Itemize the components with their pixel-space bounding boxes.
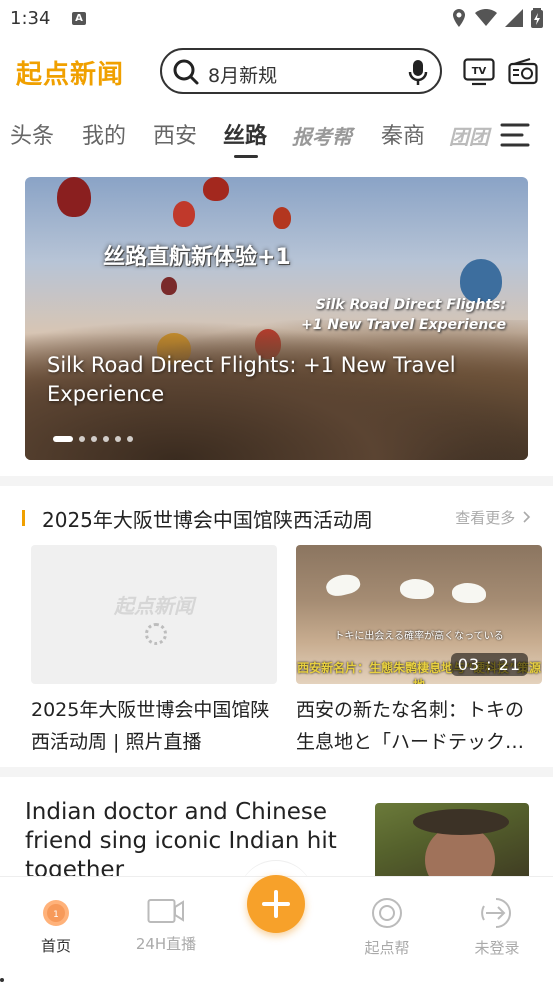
banner-overlay-subtitle: Silk Road Direct Flights: +1 New Travel … <box>301 295 506 335</box>
carousel-dot <box>79 436 85 442</box>
card-video-thumbnail: トキに出会える確率が高くなっている 西安新名片：生態朱鹮棲息地与“硬科技”策源地… <box>296 545 542 684</box>
tab-silk-road[interactable]: 丝路 <box>223 118 267 150</box>
carousel-dot <box>127 436 133 442</box>
tab-mine[interactable]: 我的 <box>82 118 126 150</box>
signal-icon <box>505 9 523 27</box>
carousel-dot <box>91 436 97 442</box>
channel-tabs: 头条 我的 西安 丝路 报考帮 秦商 团团 <box>0 112 553 160</box>
nav-qidianbang[interactable]: 起点帮 <box>347 897 427 958</box>
location-icon <box>453 9 465 27</box>
search-bar[interactable]: 8月新规 <box>160 48 442 94</box>
menu-icon[interactable] <box>500 122 530 148</box>
topic-card[interactable]: 起点新闻 2025年大阪世博会中国馆陕西活动周 | 照片直播 <box>31 545 277 758</box>
tab-baokaobang[interactable]: 报考帮 <box>292 121 352 150</box>
video-duration: 03 : 21 <box>450 653 528 676</box>
battery-icon <box>531 8 543 28</box>
see-more-label: 查看更多 <box>455 509 516 527</box>
nav-live-label: 24H直播 <box>135 935 197 953</box>
plus-icon <box>262 890 290 918</box>
tab-qinshang[interactable]: 秦商 <box>381 118 425 150</box>
see-more-link[interactable]: 查看更多 <box>455 507 531 528</box>
balloon-image <box>161 277 177 295</box>
banner-carousel[interactable]: 丝路直航新体验+1 Silk Road Direct Flights: +1 N… <box>25 177 528 460</box>
microphone-icon[interactable] <box>408 59 428 87</box>
balloon-image <box>173 201 195 227</box>
carousel-dot <box>115 436 121 442</box>
section-divider <box>0 476 553 486</box>
placeholder-watermark: 起点新闻 <box>114 594 194 618</box>
wifi-icon <box>475 9 497 26</box>
status-bar: 1:34 A <box>0 0 553 36</box>
status-time: 1:34 <box>10 8 51 29</box>
tab-tuantuan[interactable]: 团团 <box>449 121 489 150</box>
card-title: 西安の新たな名刺：トキの生息地と「ハードテック… <box>296 699 525 753</box>
notification-a-icon: A <box>72 12 86 25</box>
nav-home-label: 首页 <box>40 937 71 955</box>
create-post-button[interactable] <box>247 875 305 933</box>
news-item-thumbnail[interactable] <box>375 803 529 883</box>
app-header: 起点新闻 8月新规 TV <box>0 44 553 100</box>
target-icon <box>372 898 402 928</box>
section-accent-bar <box>22 510 25 526</box>
crested-ibis-image <box>452 583 486 603</box>
svg-text:1: 1 <box>53 910 59 920</box>
video-subtitle-jp: トキに出会える確率が高くなっている <box>334 631 504 642</box>
login-icon <box>481 898 511 928</box>
nav-qidianbang-label: 起点帮 <box>364 939 410 957</box>
chevron-right-icon <box>523 511 531 523</box>
carousel-dot <box>103 436 109 442</box>
nav-home[interactable]: 1 首页 <box>16 897 96 956</box>
crested-ibis-image <box>400 579 434 599</box>
loading-spinner-icon <box>145 623 167 645</box>
banner-caption[interactable]: Silk Road Direct Flights: +1 New Travel … <box>47 351 507 409</box>
radio-icon[interactable] <box>508 58 538 86</box>
nav-login[interactable]: 未登录 <box>457 897 537 958</box>
banner-overlay-title: 丝路直航新体验+1 <box>103 245 291 270</box>
carousel-dot-active <box>53 436 73 442</box>
carousel-indicator <box>53 436 133 442</box>
hat-image <box>413 809 509 835</box>
video-camera-icon <box>147 899 184 923</box>
corner-marker <box>0 978 4 982</box>
section-title[interactable]: 2025年大阪世博会中国馆陕西活动周 <box>42 504 373 533</box>
banner-overlay-line1: Silk Road Direct Flights: <box>315 297 507 313</box>
topic-card-video[interactable]: トキに出会える確率が高くなっている 西安新名片：生態朱鹮棲息地与“硬科技”策源地… <box>296 545 542 758</box>
app-logo[interactable]: 起点新闻 <box>16 54 124 91</box>
card-thumbnail-loading: 起点新闻 <box>31 545 277 684</box>
status-icons <box>451 8 543 28</box>
active-tab-indicator <box>234 155 258 158</box>
search-query[interactable]: 8月新规 <box>208 61 277 88</box>
banner-overlay-line2: +1 New Travel Experience <box>301 317 507 333</box>
nav-live[interactable]: 24H直播 <box>126 897 206 954</box>
card-title: 2025年大阪世博会中国馆陕西活动周 | 照片直播 <box>31 699 270 753</box>
home-icon: 1 <box>43 900 69 926</box>
balloon-image <box>57 177 91 217</box>
crested-ibis-image <box>323 570 363 600</box>
balloon-image <box>203 177 229 201</box>
section-divider <box>0 767 553 777</box>
balloon-image <box>273 207 291 229</box>
svg-text:TV: TV <box>472 66 487 77</box>
tab-xian[interactable]: 西安 <box>153 118 197 150</box>
nav-login-label: 未登录 <box>474 939 520 957</box>
search-icon <box>173 59 199 85</box>
tab-toutiao[interactable]: 头条 <box>10 118 54 150</box>
tv-icon[interactable]: TV <box>463 58 495 86</box>
